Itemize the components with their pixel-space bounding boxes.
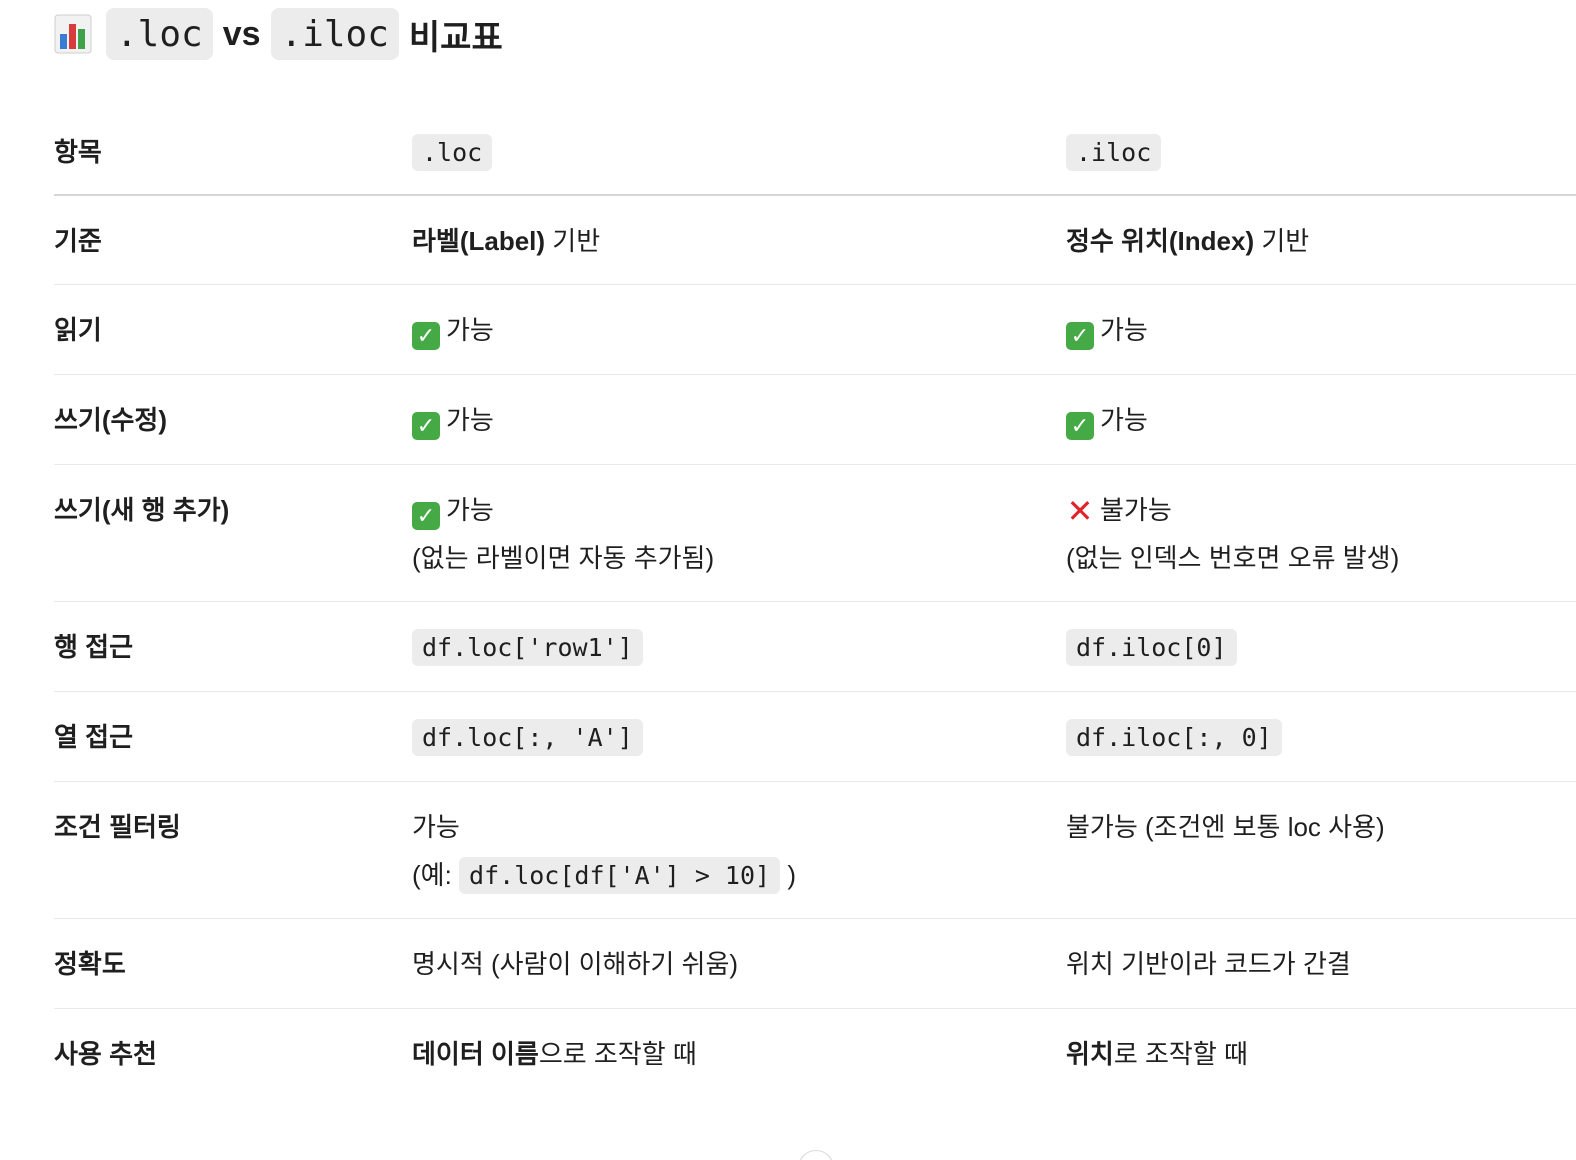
loc-filter-code: df.loc[df['A'] > 10] bbox=[459, 857, 781, 894]
row-label: 열 접근 bbox=[54, 722, 133, 752]
row-label: 쓰기(수정) bbox=[54, 405, 167, 435]
row-label: 사용 추천 bbox=[54, 1039, 157, 1069]
check-icon: ✓ bbox=[412, 502, 440, 530]
bar-chart-icon bbox=[54, 14, 92, 54]
table-row: 기준 라벨(Label) 기반 정수 위치(Index) 기반 bbox=[54, 196, 1576, 285]
iloc-basis-bold: 정수 위치(Index) bbox=[1066, 226, 1255, 256]
loc-filter-note-suffix: ) bbox=[787, 860, 796, 890]
iloc-read-text: 가능 bbox=[1100, 315, 1148, 345]
title-suffix: 비교표 bbox=[408, 18, 503, 57]
table-row: 쓰기(수정) ✓ 가능 ✓ 가능 bbox=[54, 375, 1576, 465]
loc-add-text: 가능 bbox=[446, 495, 494, 525]
iloc-basis-rest: 기반 bbox=[1254, 226, 1310, 256]
loc-cell: 명시적 (사람이 이해하기 쉬움) bbox=[412, 949, 739, 979]
loc-cell: df.loc[:, 'A'] bbox=[412, 692, 1066, 781]
loc-col-code: df.loc[:, 'A'] bbox=[412, 719, 643, 756]
loc-basis-rest: 기반 bbox=[545, 226, 601, 256]
header-loc: .loc bbox=[412, 128, 1066, 177]
header-loc-code: .loc bbox=[412, 133, 493, 171]
loc-cell: ✓ 가능 (없는 라벨이면 자동 추가됨) bbox=[412, 465, 1066, 601]
header-iloc: .iloc bbox=[1066, 128, 1576, 177]
table-row: 읽기 ✓ 가능 ✓ 가능 bbox=[54, 285, 1576, 375]
loc-read-text: 가능 bbox=[446, 315, 494, 345]
header-iloc-code: .iloc bbox=[1066, 133, 1162, 171]
scroll-down-button[interactable] bbox=[798, 1150, 834, 1160]
row-label: 기준 bbox=[54, 226, 102, 256]
loc-recommend-bold: 데이터 이름 bbox=[412, 1039, 539, 1069]
row-label: 쓰기(새 행 추가) bbox=[54, 495, 230, 525]
loc-cell: df.loc['row1'] bbox=[412, 602, 1066, 691]
iloc-filter-text: 불가능 (조건엔 보통 loc 사용) bbox=[1066, 812, 1385, 842]
header-item: 항목 bbox=[54, 137, 102, 167]
comparison-table: 항목 .loc .iloc 기준 라벨(Label) 기반 정수 위치(Inde… bbox=[54, 110, 1576, 1099]
iloc-cell: 위치 기반이라 코드가 간결 bbox=[1066, 949, 1351, 979]
iloc-cell: ✓ 가능 bbox=[1066, 285, 1576, 374]
row-label: 조건 필터링 bbox=[54, 812, 181, 842]
loc-cell: 가능 (예: df.loc[df['A'] > 10] ) bbox=[412, 782, 1066, 918]
row-label: 행 접근 bbox=[54, 632, 133, 662]
loc-cell: 데이터 이름으로 조작할 때 bbox=[412, 1009, 1066, 1099]
table-header-row: 항목 .loc .iloc bbox=[54, 110, 1576, 196]
loc-filter-note-prefix: (예: bbox=[412, 860, 452, 890]
table-row: 행 접근 df.loc['row1'] df.iloc[0] bbox=[54, 602, 1576, 692]
page-title: .loc vs .iloc 비교표 bbox=[54, 8, 503, 60]
loc-cell: ✓ 가능 bbox=[412, 285, 1066, 374]
iloc-cell: 위치로 조작할 때 bbox=[1066, 1009, 1576, 1099]
iloc-cell: ✕ 불가능 (없는 인덱스 번호면 오류 발생) bbox=[1066, 465, 1576, 601]
loc-add-note: (없는 라벨이면 자동 추가됨) bbox=[412, 543, 715, 573]
iloc-cell: 불가능 (조건엔 보통 loc 사용) bbox=[1066, 782, 1576, 918]
iloc-add-text: 불가능 bbox=[1100, 495, 1172, 525]
table-row: 정확도 명시적 (사람이 이해하기 쉬움) 위치 기반이라 코드가 간결 bbox=[54, 919, 1576, 1009]
loc-cell: ✓ 가능 bbox=[412, 375, 1066, 464]
iloc-cell: 정수 위치(Index) 기반 bbox=[1066, 196, 1576, 284]
row-label: 정확도 bbox=[54, 949, 126, 979]
iloc-cell: df.iloc[:, 0] bbox=[1066, 692, 1576, 781]
title-iloc-code: .iloc bbox=[270, 8, 399, 60]
loc-basis-bold: 라벨(Label) bbox=[412, 226, 546, 256]
table-row: 열 접근 df.loc[:, 'A'] df.iloc[:, 0] bbox=[54, 692, 1576, 782]
iloc-cell: df.iloc[0] bbox=[1066, 602, 1576, 691]
iloc-row-code: df.iloc[0] bbox=[1066, 629, 1237, 666]
check-icon: ✓ bbox=[1066, 412, 1094, 440]
iloc-cell: ✓ 가능 bbox=[1066, 375, 1576, 464]
iloc-add-note: (없는 인덱스 번호면 오류 발생) bbox=[1066, 543, 1400, 573]
loc-write-text: 가능 bbox=[446, 405, 494, 435]
loc-filter-note: (예: df.loc[df['A'] > 10] ) bbox=[412, 851, 1066, 900]
title-vs: vs bbox=[222, 14, 261, 53]
check-icon: ✓ bbox=[1066, 322, 1094, 350]
loc-filter-text: 가능 bbox=[412, 812, 460, 842]
table-row: 사용 추천 데이터 이름으로 조작할 때 위치로 조작할 때 bbox=[54, 1009, 1576, 1099]
iloc-recommend-rest: 로 조작할 때 bbox=[1113, 1039, 1248, 1069]
loc-recommend-rest: 으로 조작할 때 bbox=[538, 1039, 697, 1069]
iloc-col-code: df.iloc[:, 0] bbox=[1066, 719, 1282, 756]
cross-icon: ✕ bbox=[1066, 493, 1094, 529]
check-icon: ✓ bbox=[412, 412, 440, 440]
check-icon: ✓ bbox=[412, 322, 440, 350]
table-row: 쓰기(새 행 추가) ✓ 가능 (없는 라벨이면 자동 추가됨) ✕ 불가능 (없는… bbox=[54, 465, 1576, 602]
iloc-recommend-bold: 위치 bbox=[1066, 1039, 1114, 1069]
loc-cell: 라벨(Label) 기반 bbox=[412, 196, 1066, 284]
table-row: 조건 필터링 가능 (예: df.loc[df['A'] > 10] ) 불가능… bbox=[54, 782, 1576, 919]
iloc-write-text: 가능 bbox=[1100, 405, 1148, 435]
title-loc-code: .loc bbox=[106, 8, 213, 60]
row-label: 읽기 bbox=[54, 315, 102, 345]
loc-row-code: df.loc['row1'] bbox=[412, 629, 643, 666]
